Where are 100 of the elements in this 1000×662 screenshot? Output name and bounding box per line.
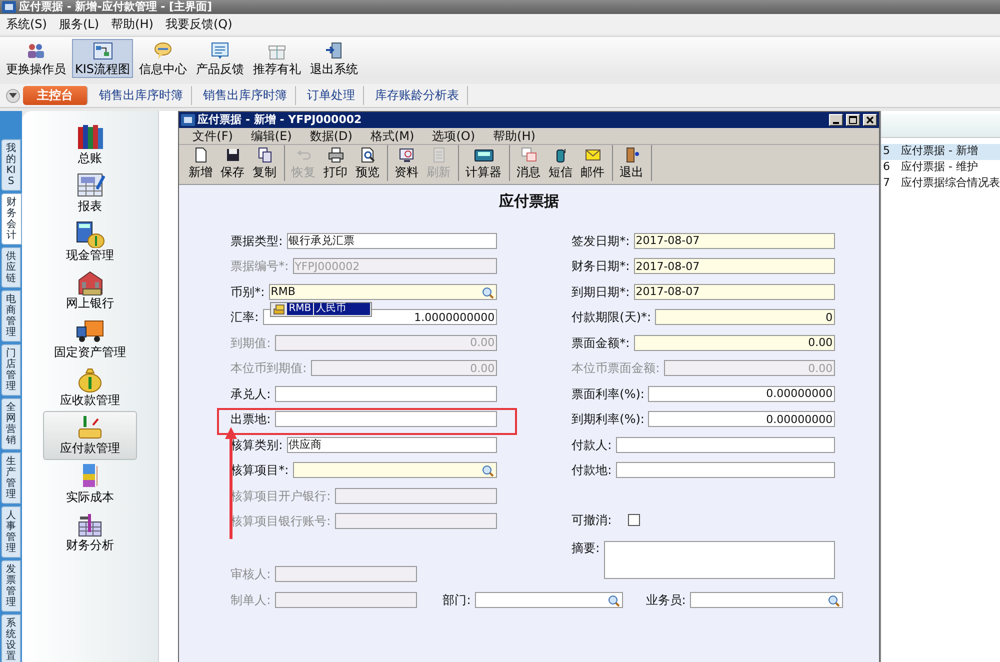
menu-item[interactable]: 我要反馈(Q) (165, 16, 232, 32)
list-document-icon (210, 41, 230, 61)
recent-item[interactable]: 5 应付票据 - 新增 (881, 144, 1000, 160)
input-field[interactable]: 0.00000000 (648, 386, 835, 402)
input-field[interactable]: 2017-08-07 (634, 258, 835, 274)
search-icon[interactable] (480, 464, 494, 478)
toolbar-button[interactable]: 打印 (320, 145, 352, 182)
side-tab[interactable]: 发票管理 (1, 560, 21, 612)
menu-item[interactable]: 格式(M) (370, 128, 414, 144)
side-tab[interactable]: 供应链 (1, 247, 21, 288)
toolbar-button[interactable]: 短信 (544, 145, 577, 182)
input-field[interactable]: 0 (655, 309, 835, 326)
field-label: 本位币到期值: (230, 361, 308, 376)
menu-item[interactable]: 帮助(H) (111, 16, 154, 32)
side-tab[interactable]: 电商管理 (1, 290, 21, 342)
menu-item[interactable]: 数据(D) (310, 128, 352, 144)
monitor-icon (398, 147, 415, 163)
side-tab[interactable]: 全网营销 (1, 398, 21, 450)
side-tab[interactable]: 财务会计 (1, 193, 22, 245)
copy-icon (256, 147, 273, 163)
tab[interactable]: 订单处理 (299, 86, 364, 105)
module-button[interactable]: 报表 (42, 169, 137, 218)
field-label: 承兑人: (230, 386, 272, 401)
side-tab[interactable]: 系统设置 (1, 614, 21, 662)
module-button[interactable]: 应收款管理 (42, 362, 137, 412)
toolbar-button[interactable]: 更换操作员 (3, 39, 69, 78)
input-field[interactable] (274, 386, 497, 402)
field-label: 到期值: (230, 336, 272, 350)
toolbar-button[interactable]: 信息中心 (136, 39, 190, 78)
input-field[interactable]: 银行承兑汇票 (286, 232, 497, 249)
toolbar-button[interactable]: 推荐有礼 (250, 39, 304, 78)
field-label: 票面金额*: (572, 336, 631, 350)
recent-item[interactable]: 7 应付票据综合情况表 (881, 176, 1000, 192)
input-field[interactable] (616, 462, 835, 478)
module-button[interactable]: 现金管理 (42, 218, 137, 266)
input-field[interactable]: 2017-08-07 (634, 232, 835, 249)
text-area[interactable] (604, 540, 835, 578)
caret-icon (9, 93, 17, 98)
toolbar-button[interactable]: KIS流程图 (72, 39, 134, 78)
input-field: 0.00 (664, 360, 835, 376)
module-button[interactable]: 网上银行 (42, 266, 137, 315)
field-label: 汇率: (230, 310, 260, 324)
checkbox[interactable] (628, 514, 640, 526)
field-label: 可撤消: (572, 512, 613, 527)
field-label: 摘要: (572, 540, 601, 556)
search-icon[interactable] (480, 286, 494, 299)
tab[interactable]: 库存账龄分析表 (367, 86, 468, 105)
module-button[interactable]: 实际成本 (42, 460, 137, 508)
toolbar-button[interactable]: 资料 (390, 145, 423, 182)
recent-item[interactable]: 6 应付票据 - 维护 (881, 160, 1000, 176)
toolbar-button[interactable]: 预览 (352, 145, 384, 182)
search-icon[interactable] (606, 594, 620, 607)
search-icon[interactable] (826, 594, 840, 607)
menu-item[interactable]: 编辑(E) (250, 128, 292, 144)
menu-item[interactable]: 文件(F) (192, 128, 233, 144)
coins-icon (272, 303, 286, 316)
side-tab[interactable]: 人事管理 (1, 506, 21, 558)
module-button[interactable]: 应付款管理 (42, 411, 137, 460)
menu-item[interactable]: 帮助(H) (493, 128, 536, 144)
input-field[interactable]: 0.00 (634, 334, 835, 351)
side-tab[interactable]: 我的KIS (1, 139, 21, 191)
toolbar-button[interactable]: 邮件 (576, 145, 609, 182)
close-icon (866, 116, 874, 124)
input-field[interactable] (292, 462, 497, 478)
toolbar-button[interactable]: 消息 (512, 145, 545, 182)
toolbar-button[interactable]: 计算器 (462, 145, 506, 182)
toolbar-button[interactable]: 产品反馈 (193, 39, 248, 78)
tab[interactable]: 销售出库序时簿 (195, 86, 296, 105)
spreadsheet-icon (74, 171, 105, 200)
toolbar-button[interactable]: 复制 (248, 145, 281, 182)
field-label: 制单人: (230, 592, 272, 607)
calculator-icon (474, 147, 494, 163)
input-field[interactable] (616, 436, 835, 453)
toolbar-button[interactable]: 保存 (216, 145, 249, 182)
maximize-button[interactable] (846, 114, 860, 126)
currency-dropdown-menu[interactable]: RMB 人民币 (270, 302, 372, 317)
input-field[interactable]: 0.00000000 (648, 411, 835, 428)
input-field[interactable] (690, 592, 843, 608)
toolbar-button[interactable]: 退出 (616, 145, 648, 182)
dropdown-button[interactable] (6, 88, 20, 102)
toolbar-button[interactable]: 退出系统 (307, 39, 362, 78)
input-field: 0.00 (310, 360, 497, 376)
input-field[interactable]: 供应商 (286, 436, 497, 453)
side-tab[interactable]: 门店管理 (1, 344, 21, 396)
menu-item[interactable]: 系统(S) (6, 16, 47, 32)
minimize-button[interactable] (829, 114, 843, 126)
tab[interactable]: 销售出库序时簿 (91, 86, 192, 105)
close-button[interactable] (863, 114, 877, 126)
input-field[interactable] (274, 411, 497, 428)
module-button[interactable]: 总账 (42, 121, 137, 170)
form-heading: 应付票据 (498, 191, 560, 212)
toolbar-button[interactable]: 新增 (184, 145, 217, 182)
menu-item[interactable]: 服务(L) (58, 16, 100, 32)
side-tab[interactable]: 生产管理 (1, 452, 21, 504)
module-button[interactable]: 固定资产管理 (42, 314, 137, 363)
module-button[interactable]: 财务分析 (42, 508, 137, 557)
menu-item[interactable]: 选项(O) (432, 128, 476, 144)
field-label: 付款地: (572, 463, 613, 478)
input-field[interactable]: 2017-08-07 (634, 284, 835, 300)
input-field[interactable] (474, 592, 623, 608)
